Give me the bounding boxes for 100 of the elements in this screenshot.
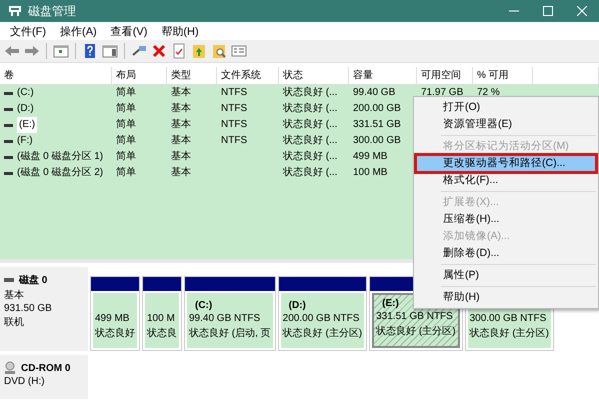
menu-item[interactable]: 文件(F) — [4, 24, 54, 38]
help-icon[interactable] — [82, 43, 98, 59]
menu-item[interactable]: 操作(A) — [54, 24, 105, 38]
column-header[interactable]: % 可用 — [473, 67, 533, 84]
table-cell: 状态良好 (... — [283, 167, 338, 178]
partition-detail: 100 M — [147, 313, 176, 324]
table-cell: NTFS — [221, 119, 248, 130]
volume-icon — [4, 124, 13, 126]
column-header[interactable]: 状态 — [279, 67, 349, 84]
volume-name[interactable]: (F:) — [17, 133, 33, 149]
volume-icon — [4, 92, 13, 94]
column-header[interactable]: 可用空间 — [417, 67, 473, 84]
menu-item[interactable]: 帮助(H) — [155, 24, 207, 38]
partition-label: (D:) — [288, 300, 307, 311]
table-cell: 72 % — [477, 87, 500, 98]
table-cell: 简单 — [116, 87, 136, 98]
table-cell: 状态良好 (... — [283, 103, 338, 114]
column-header[interactable]: 容量 — [349, 67, 417, 84]
volume-name[interactable]: (D:) — [17, 101, 34, 117]
partition-detail: 状态良好 (主分区) — [376, 324, 456, 338]
delete-icon[interactable] — [151, 43, 167, 59]
table-cell: 基本 — [171, 151, 191, 162]
table-cell: 状态良好 (... — [283, 135, 338, 146]
disk-name: 磁盘 0 — [19, 274, 48, 287]
partition-detail: 99.40 GB NTFS — [189, 313, 262, 324]
partition-color-bar — [91, 277, 139, 291]
context-menu-item[interactable]: 更改驱动器号和路径(C)... — [416, 155, 596, 172]
table-cell: 300.00 GB — [353, 135, 401, 146]
folder-search-icon[interactable] — [211, 43, 227, 59]
column-header[interactable]: 类型 — [167, 67, 217, 84]
close-icon — [577, 6, 587, 16]
table-cell: 331.51 GB — [353, 119, 401, 130]
cd-drive-icon — [4, 361, 16, 375]
table-cell: 200.00 GB — [353, 103, 401, 114]
folder-up-icon[interactable] — [191, 43, 207, 59]
app-icon — [8, 5, 22, 17]
context-menu-item[interactable]: 格式化(F)... — [416, 172, 596, 189]
window-title: 磁盘管理 — [28, 2, 77, 20]
partition-detail: 331.51 GB NTFS — [376, 311, 454, 322]
back-arrow-icon[interactable] — [4, 43, 20, 59]
table-cell: 基本 — [171, 119, 191, 130]
volume-icon — [4, 108, 13, 110]
forward-arrow-icon[interactable] — [24, 43, 40, 59]
volume-name[interactable]: (C:) — [17, 85, 34, 101]
table-cell: 简单 — [116, 151, 136, 162]
partition-label: (E:) — [381, 298, 400, 309]
partition-detail: 499 MB — [95, 313, 130, 324]
volume-icon — [4, 140, 13, 142]
partition-block[interactable]: (C:) 99.40 GB NTFS 状态良好 (启动, 页 — [184, 276, 276, 351]
partition-block[interactable]: 100 M 状态良 — [142, 276, 182, 351]
context-menu-item[interactable]: 资源管理器(E) — [416, 116, 596, 133]
table-cell: NTFS — [221, 87, 248, 98]
table-cell: 简单 — [116, 167, 136, 178]
disk-detail: 931.50 GB — [4, 303, 53, 314]
maximize-icon — [543, 6, 553, 16]
volume-name[interactable]: (磁盘 0 磁盘分区 1) — [17, 149, 104, 165]
table-cell: NTFS — [221, 135, 248, 146]
console-tree-icon[interactable] — [53, 43, 69, 59]
partition-block[interactable]: 499 MB 状态良好 — [90, 276, 140, 351]
table-cell: 状态良好 (... — [283, 151, 338, 162]
volume-name[interactable]: (磁盘 0 磁盘分区 2) — [17, 165, 104, 181]
partition-detail: 200.00 GB NTFS — [282, 313, 360, 324]
column-header[interactable]: 布局 — [112, 67, 167, 84]
partition-block[interactable]: (D:) 200.00 GB NTFS 状态良好 (主分区) — [278, 276, 368, 351]
table-cell: 简单 — [116, 103, 136, 114]
context-menu-item[interactable]: 压缩卷(H)... — [416, 211, 596, 228]
column-header[interactable]: 卷 — [0, 67, 112, 84]
partition-label: (C:) — [194, 300, 214, 311]
partition-detail: 状态良好 (主分区) — [282, 326, 362, 340]
volume-icon — [4, 156, 13, 158]
disk-info-panel[interactable]: CD-ROM 0 DVD (H:) — [0, 355, 88, 399]
partition-detail: 状态良好 (启动, 页 — [189, 326, 271, 340]
checked-document-icon[interactable] — [171, 43, 187, 59]
table-cell: 状态良好 (... — [283, 87, 338, 98]
table-cell: 499 MB — [353, 151, 388, 162]
disk-name: CD-ROM 0 — [21, 362, 70, 374]
partition-detail: 状态良好 (主分区) — [470, 326, 550, 340]
partition-detail: 状态良好 — [95, 326, 135, 340]
volume-name[interactable]: (E:) — [17, 117, 38, 133]
context-menu-item[interactable]: 删除卷(D)... — [416, 245, 596, 262]
table-cell: 简单 — [116, 119, 136, 130]
disk-detail: 基本 — [4, 288, 25, 302]
properties-icon[interactable] — [231, 43, 247, 59]
context-menu-item[interactable]: 打开(O) — [416, 99, 596, 116]
table-cell: 99.40 GB — [353, 87, 396, 98]
table-cell: 71.97 GB — [421, 87, 464, 98]
pane-icon[interactable] — [102, 43, 118, 59]
volume-icon — [4, 172, 13, 174]
column-header[interactable]: 文件系统 — [217, 67, 279, 84]
table-cell: 基本 — [171, 167, 191, 178]
menu-item[interactable]: 查看(V) — [104, 24, 156, 38]
table-cell: 基本 — [171, 135, 191, 146]
table-cell: 基本 — [171, 87, 191, 98]
partition-detail: 300.00 GB NTFS — [470, 313, 548, 324]
disk-info-panel[interactable]: 磁盘 0 基本 931.50 GB 联机 — [0, 267, 88, 351]
disk-detail: 联机 — [4, 316, 25, 329]
table-cell: 基本 — [171, 103, 191, 114]
partition-detail: 状态良 — [147, 326, 177, 340]
table-cell: 状态良好 (... — [283, 119, 338, 130]
table-cell: NTFS — [221, 103, 248, 114]
